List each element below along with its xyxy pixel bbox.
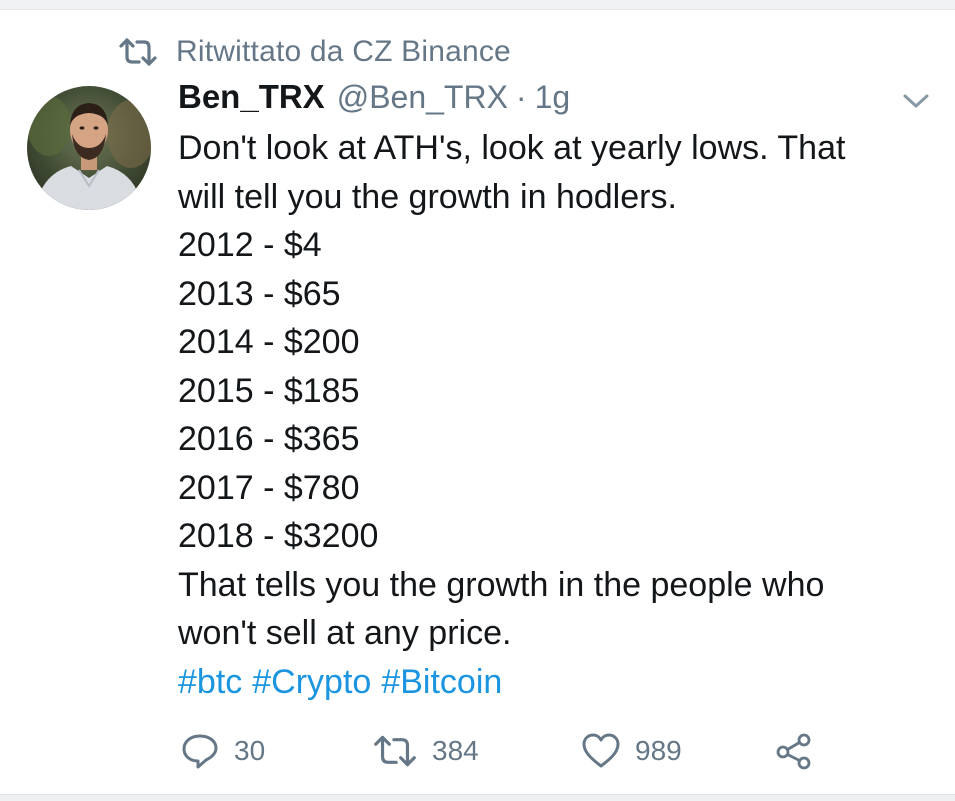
author-display-name[interactable]: Ben_TRX bbox=[178, 78, 325, 116]
reply-icon bbox=[182, 734, 218, 769]
tweet-line: 2012 - $4 bbox=[178, 226, 322, 264]
retweet-icon bbox=[119, 38, 157, 66]
top-divider bbox=[0, 0, 955, 10]
hashtag-link[interactable]: #Bitcoin bbox=[381, 663, 502, 701]
retweet-icon bbox=[374, 735, 416, 767]
tweet-line: won't sell at any price. bbox=[178, 614, 512, 652]
tweet-timestamp[interactable]: 1g bbox=[535, 79, 571, 116]
share-button[interactable] bbox=[774, 727, 814, 775]
tweet-line: 2014 - $200 bbox=[178, 323, 360, 361]
tweet-text: Don't look at ATH's, look at yearly lows… bbox=[178, 124, 918, 706]
tweet-line: 2017 - $780 bbox=[178, 468, 360, 507]
retweet-context[interactable]: Ritwittato da CZ Binance bbox=[118, 32, 511, 72]
heart-icon bbox=[582, 733, 620, 768]
hashtag-link[interactable]: #Crypto bbox=[252, 663, 371, 701]
hashtag-list: #btc #Crypto #Bitcoin bbox=[178, 658, 918, 707]
author-handle[interactable]: @Ben_TRX bbox=[337, 79, 508, 116]
tweet-header: Ben_TRX @Ben_TRX · 1g bbox=[178, 78, 570, 124]
share-icon bbox=[776, 733, 811, 770]
header-separator: · bbox=[515, 79, 527, 115]
tweet-actions: 30 384 989 bbox=[176, 727, 836, 775]
tweet-line: 2015 - $185 bbox=[178, 371, 360, 410]
tweet-line: will tell you the growth in hodlers. bbox=[178, 177, 677, 216]
like-count: 989 bbox=[635, 735, 682, 766]
retweet-count: 384 bbox=[432, 735, 479, 766]
reply-count: 30 bbox=[234, 735, 266, 766]
avatar-photo bbox=[27, 86, 151, 210]
tweet-line: 2016 - $365 bbox=[178, 420, 360, 458]
reply-button[interactable]: 30 bbox=[180, 727, 265, 775]
tweet-line: Don't look at ATH's, look at yearly lows… bbox=[178, 129, 846, 167]
tweet-line: 2018 - $3200 bbox=[178, 517, 379, 555]
like-button[interactable]: 989 bbox=[581, 727, 682, 775]
tweet-line: 2013 - $65 bbox=[178, 274, 341, 313]
hashtag-link[interactable]: #btc bbox=[178, 663, 242, 701]
retweet-button[interactable]: 384 bbox=[372, 727, 479, 775]
avatar[interactable] bbox=[27, 86, 151, 210]
retweet-context-label: Ritwittato da CZ Binance bbox=[176, 35, 511, 68]
chevron-down-icon[interactable] bbox=[900, 89, 932, 113]
tweet-line: That tells you the growth in the people … bbox=[178, 565, 825, 604]
